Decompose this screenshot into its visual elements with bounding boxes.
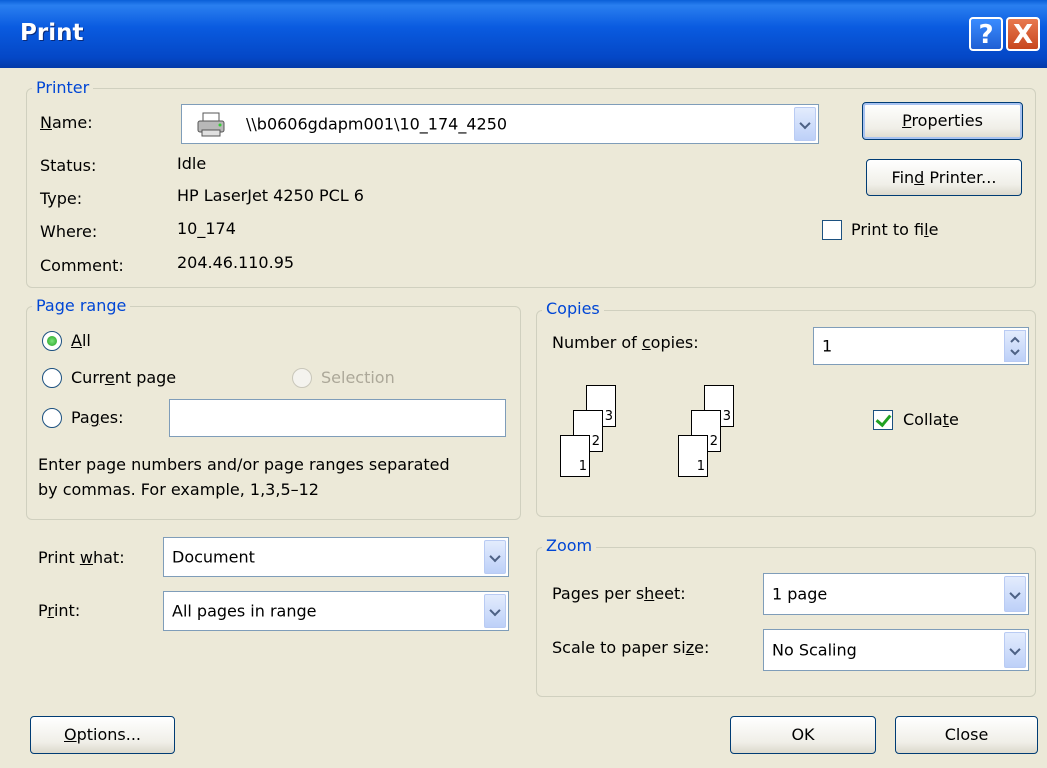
pages-input[interactable] <box>169 399 506 437</box>
scale-to-paper-value: No Scaling <box>772 640 857 660</box>
title-bar[interactable]: Print ? X <box>0 0 1047 68</box>
pages-label[interactable]: Pages: <box>71 408 123 427</box>
print-to-file-checkbox[interactable] <box>822 220 842 240</box>
print-to-file-label[interactable]: Print to file <box>851 220 938 239</box>
page-sheet: 1 <box>560 435 590 477</box>
scale-to-paper-label: Scale to paper size: <box>552 638 710 657</box>
print-what-combo[interactable]: Document <box>163 537 509 577</box>
where-label: Where: <box>40 222 98 241</box>
where-value: 10_174 <box>177 219 236 238</box>
number-of-copies-label: Number of copies: <box>552 333 699 352</box>
window-title: Print <box>20 20 84 46</box>
print-range-value: All pages in range <box>172 601 317 621</box>
page-range-help-line2: by commas. For example, 1,3,5–12 <box>38 480 319 499</box>
collate-label[interactable]: Collate <box>903 410 959 429</box>
current-page-radio[interactable] <box>42 368 62 388</box>
status-label: Status: <box>40 156 97 175</box>
print-label: Print: <box>38 601 81 620</box>
chevron-down-icon[interactable] <box>794 107 816 141</box>
pages-per-sheet-value: 1 page <box>772 584 828 604</box>
comment-label: Comment: <box>40 256 124 275</box>
collate-checkbox[interactable] <box>873 410 893 430</box>
pages-per-sheet-label: Pages per sheet: <box>552 584 686 603</box>
type-label: Type: <box>40 189 83 208</box>
name-label: Name: <box>40 113 93 132</box>
current-page-label[interactable]: Current page <box>71 368 176 387</box>
page-range-help-line1: Enter page numbers and/or page ranges se… <box>38 455 450 474</box>
chevron-down-icon[interactable] <box>484 540 506 574</box>
find-printer-button[interactable]: Find Printer... <box>866 159 1022 196</box>
all-radio[interactable] <box>42 331 62 351</box>
page-sheet: 1 <box>678 435 708 477</box>
pages-per-sheet-combo[interactable]: 1 page <box>763 573 1029 615</box>
help-button[interactable]: ? <box>969 17 1003 51</box>
ok-button[interactable]: OK <box>730 716 876 754</box>
scale-to-paper-combo[interactable]: No Scaling <box>763 629 1029 671</box>
printer-legend: Printer <box>32 78 94 97</box>
chevron-down-icon[interactable] <box>1004 576 1026 612</box>
number-of-copies-spinner[interactable]: 1 <box>813 327 1029 365</box>
selection-radio[interactable] <box>292 368 312 388</box>
chevron-down-icon[interactable] <box>484 594 506 628</box>
close-window-button[interactable]: X <box>1006 17 1040 51</box>
copies-legend: Copies <box>542 299 604 318</box>
options-button[interactable]: Options... <box>30 716 175 754</box>
print-range-combo[interactable]: All pages in range <box>163 591 509 631</box>
spinner-arrows-icon[interactable] <box>1004 330 1026 362</box>
status-value: Idle <box>177 154 207 173</box>
type-value: HP LaserJet 4250 PCL 6 <box>177 186 364 205</box>
close-button[interactable]: Close <box>895 716 1038 754</box>
comment-value: 204.46.110.95 <box>177 253 295 272</box>
all-label[interactable]: All <box>71 331 91 350</box>
number-of-copies-value: 1 <box>822 336 833 356</box>
zoom-group <box>536 547 1036 697</box>
print-what-value: Document <box>172 547 255 567</box>
selection-label: Selection <box>321 368 395 387</box>
chevron-down-icon[interactable] <box>1004 632 1026 668</box>
zoom-legend: Zoom <box>542 536 597 555</box>
page-range-legend: Page range <box>32 296 131 315</box>
collate-illustration-2: 3 2 1 <box>678 385 758 490</box>
printer-name-combo[interactable]: \\b0606gdapm001\10_174_4250 <box>181 104 819 144</box>
printer-icon <box>196 112 226 142</box>
print-what-label: Print what: <box>38 548 125 567</box>
printer-name-value: \\b0606gdapm001\10_174_4250 <box>246 114 508 134</box>
pages-radio[interactable] <box>42 408 62 428</box>
collate-illustration-1: 3 2 1 <box>560 385 640 490</box>
properties-button[interactable]: Properties <box>862 102 1023 140</box>
